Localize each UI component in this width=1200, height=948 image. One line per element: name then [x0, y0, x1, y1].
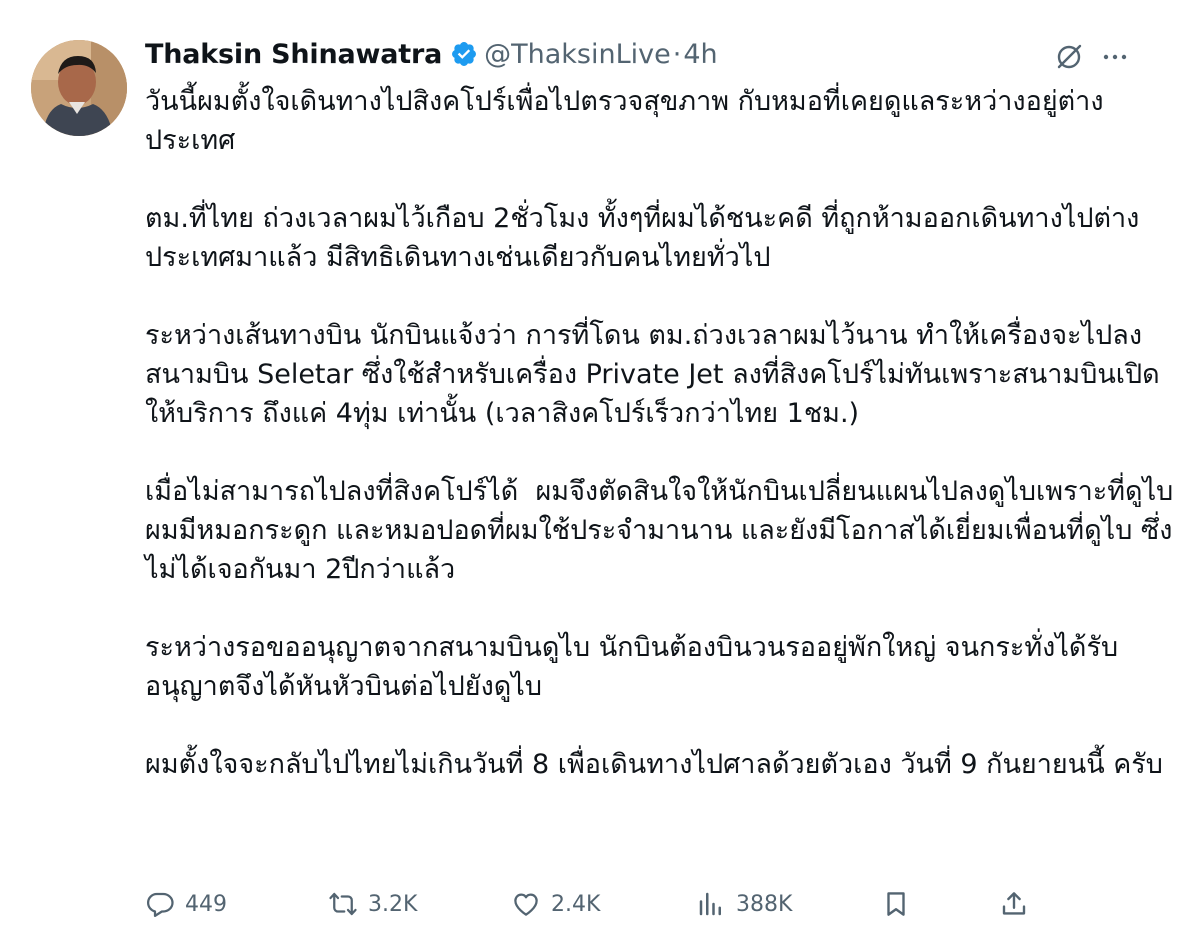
reply-button[interactable]: 449 — [145, 884, 227, 924]
like-button[interactable]: 2.4K — [511, 884, 600, 924]
tweet-paragraph: วันนี้ผมตั้งใจเดินทางไปสิงคโปร์เพื่อไปตร… — [145, 86, 1104, 156]
share-button[interactable] — [999, 884, 1029, 924]
tweet-paragraph: ระหว่างเส้นทางบิน นักบินแจ้งว่า การที่โด… — [145, 320, 1160, 429]
tweet-paragraph: ผมตั้งใจจะกลับไปไทยไม่เกินวันที่ 8 เพื่อ… — [145, 749, 1163, 780]
grok-icon[interactable] — [1054, 42, 1084, 72]
verified-badge-icon[interactable] — [450, 40, 478, 68]
tweet-paragraph: ตม.ที่ไทย ถ่วงเวลาผมไว้เกือบ 2ชั่วโมง ทั… — [145, 203, 1140, 273]
like-icon — [511, 889, 541, 919]
tweet-header: Thaksin Shinawatra @ThaksinLive · 4h — [145, 34, 718, 74]
views-count: 388K — [736, 891, 793, 917]
handle[interactable]: @ThaksinLive — [484, 39, 671, 70]
reply-count: 449 — [185, 891, 227, 917]
views-icon — [696, 889, 726, 919]
repost-icon — [328, 889, 358, 919]
repost-count: 3.2K — [368, 891, 418, 917]
more-horizontal-icon[interactable] — [1100, 42, 1130, 72]
profile-photo — [31, 40, 127, 136]
avatar[interactable] — [31, 40, 127, 136]
tweet-paragraph: ระหว่างรอขออนุญาตจากสนามบินดูไบ นักบินต้… — [145, 632, 1119, 702]
tweet: Thaksin Shinawatra @ThaksinLive · 4h วัน… — [0, 0, 1200, 948]
timestamp[interactable]: 4h — [683, 39, 717, 70]
tweet-paragraph: เมื่อไม่สามารถไปลงที่สิงคโปร์ได้ ผมจึงตั… — [145, 476, 1174, 585]
action-bar: 449 3.2K 2.4K 388K — [145, 884, 1035, 924]
bookmark-button[interactable] — [881, 884, 911, 924]
reply-icon — [145, 889, 175, 919]
views-button[interactable]: 388K — [696, 884, 792, 924]
bookmark-icon — [881, 889, 911, 919]
repost-button[interactable]: 3.2K — [328, 884, 417, 924]
display-name[interactable]: Thaksin Shinawatra — [145, 39, 442, 70]
separator-dot: · — [672, 38, 682, 70]
like-count: 2.4K — [551, 891, 601, 917]
tweet-text: วันนี้ผมตั้งใจเดินทางไปสิงคโปร์เพื่อไปตร… — [145, 82, 1175, 784]
share-icon — [999, 889, 1029, 919]
